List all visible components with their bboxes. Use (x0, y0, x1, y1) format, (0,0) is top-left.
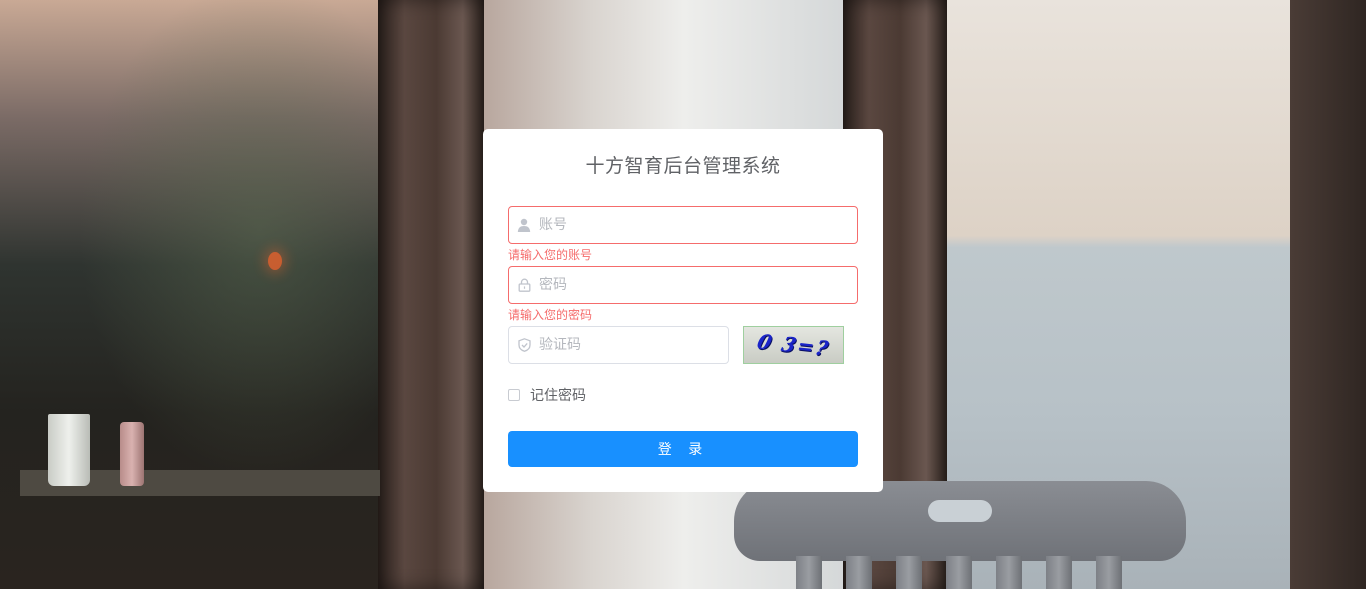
user-icon (509, 207, 539, 243)
background-chair-hole (928, 500, 992, 522)
background-bottle (120, 422, 144, 486)
background-chair-slat (996, 556, 1022, 589)
captcha-row: 0 3=? (508, 326, 858, 364)
username-error: 请输入您的账号 (508, 248, 593, 262)
captcha-image[interactable]: 0 3=? (743, 326, 844, 364)
username-input[interactable] (539, 208, 857, 242)
login-form: 十方智育后台管理系统 请输入您的账号 请输入您的密码 (483, 129, 883, 492)
captcha-input[interactable] (539, 328, 728, 362)
login-button[interactable]: 登 录 (508, 431, 858, 467)
lock-icon (509, 267, 539, 303)
background-chair-slat (946, 556, 972, 589)
remember-row: 记住密码 (508, 386, 858, 404)
background-wall-right (1290, 0, 1366, 589)
password-field[interactable] (508, 266, 858, 304)
password-error: 请输入您的密码 (508, 308, 593, 322)
username-field[interactable] (508, 206, 858, 244)
background-chair-slat (1096, 556, 1122, 589)
background-chair-slat (846, 556, 872, 589)
captcha-field[interactable] (508, 326, 729, 364)
shield-icon (509, 327, 539, 363)
background-light (268, 252, 282, 270)
background-window-left (0, 0, 390, 589)
background-chair-slat (1046, 556, 1072, 589)
password-input[interactable] (539, 268, 857, 302)
remember-checkbox[interactable] (508, 389, 520, 401)
captcha-text: 0 3=? (754, 329, 833, 361)
page-title: 十方智育后台管理系统 (585, 155, 781, 177)
background-wood-post (378, 0, 484, 589)
background-chair-slat (896, 556, 922, 589)
background-chair-slat (796, 556, 822, 589)
remember-label[interactable]: 记住密码 (530, 385, 586, 405)
background-cup (48, 414, 90, 486)
